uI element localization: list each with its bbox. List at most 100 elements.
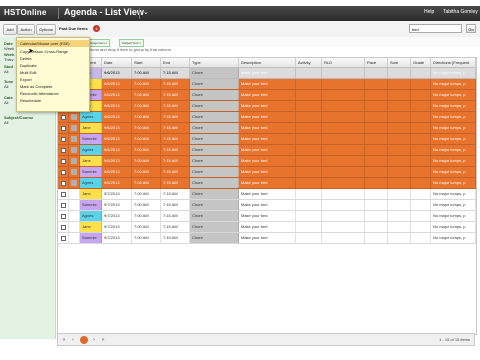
add-button[interactable]: Add: [3, 24, 17, 35]
type-cell[interactable]: Chore: [190, 167, 239, 177]
end-cell[interactable]: 7:15 AM: [161, 200, 190, 210]
directions-cell[interactable]: No major lumps, p: [431, 123, 476, 133]
sum-cell[interactable]: [388, 112, 411, 122]
end-cell[interactable]: 7:15 AM: [161, 68, 190, 78]
sidebar-value[interactable]: All: [4, 69, 8, 74]
row-icon[interactable]: [69, 123, 80, 133]
table-row[interactable]: Jane9/6/20137:00 AM7:15 AMChoreMake your…: [58, 156, 476, 167]
description-cell[interactable]: Make your bed: [239, 90, 296, 100]
directions-cell[interactable]: No major lumps, p: [431, 68, 476, 78]
activity-cell[interactable]: [296, 123, 322, 133]
row-checkbox[interactable]: [58, 145, 69, 155]
menu-item[interactable]: Reschedule: [20, 98, 41, 103]
student-cell[interactable]: Sammie: [80, 167, 102, 177]
directions-cell[interactable]: No major lumps, p: [431, 178, 476, 188]
row-icon[interactable]: [69, 178, 80, 188]
grade-cell[interactable]: [411, 222, 431, 232]
type-cell[interactable]: Chore: [190, 112, 239, 122]
column-header[interactable]: Activity: [296, 58, 322, 68]
end-cell[interactable]: 7:15 AM: [161, 101, 190, 111]
grade-cell[interactable]: [411, 233, 431, 243]
date-cell[interactable]: 9/6/2013: [102, 68, 132, 78]
row-checkbox[interactable]: [58, 123, 69, 133]
pace-cell[interactable]: [365, 189, 388, 199]
rld-cell[interactable]: [322, 200, 365, 210]
row-icon[interactable]: [69, 134, 80, 144]
row-icon[interactable]: [69, 167, 80, 177]
type-cell[interactable]: Chore: [190, 123, 239, 133]
table-row[interactable]: Sammie9/6/20137:00 AM7:15 AMChoreMake yo…: [58, 167, 476, 178]
end-cell[interactable]: 7:15 AM: [161, 211, 190, 221]
checkbox-icon[interactable]: [61, 137, 66, 142]
pace-cell[interactable]: [365, 167, 388, 177]
rld-cell[interactable]: [322, 90, 365, 100]
type-cell[interactable]: Chore: [190, 101, 239, 111]
date-cell[interactable]: 9/6/2013: [102, 90, 132, 100]
sum-cell[interactable]: [388, 90, 411, 100]
pace-cell[interactable]: [365, 123, 388, 133]
grade-cell[interactable]: [411, 156, 431, 166]
description-cell[interactable]: Make your bed: [239, 189, 296, 199]
directions-cell[interactable]: No major lumps, p: [431, 134, 476, 144]
table-row[interactable]: Sammie9/6/20137:00 AM7:15 AMChoreMake yo…: [58, 90, 476, 101]
sidebar-value[interactable]: All: [4, 100, 8, 105]
pace-cell[interactable]: [365, 222, 388, 232]
pace-cell[interactable]: [365, 178, 388, 188]
directions-cell[interactable]: No major lumps, p: [431, 145, 476, 155]
row-icon[interactable]: [69, 200, 80, 210]
row-icon[interactable]: [69, 112, 80, 122]
go-button[interactable]: Go: [466, 24, 476, 33]
grade-cell[interactable]: [411, 178, 431, 188]
menu-item[interactable]: Multi Edit: [20, 70, 36, 75]
activity-cell[interactable]: [296, 178, 322, 188]
directions-cell[interactable]: No major lumps, p: [431, 101, 476, 111]
table-row[interactable]: Jane 9/7/2013 7:00 AM 7:15 AM Chore Make your…: [58, 222, 476, 233]
start-cell[interactable]: 7:00 AM: [132, 189, 161, 199]
pace-cell[interactable]: [365, 79, 388, 89]
menu-item[interactable]: Mark as Complete: [20, 84, 52, 89]
sum-cell[interactable]: [388, 79, 411, 89]
activity-cell[interactable]: [296, 222, 322, 232]
pace-cell[interactable]: [365, 112, 388, 122]
student-cell[interactable]: Jane: [80, 189, 102, 199]
table-row[interactable]: Jane9/6/20137:00 AM7:15 AMChoreMake your…: [58, 68, 476, 79]
rld-cell[interactable]: [322, 79, 365, 89]
description-cell[interactable]: Make your bed: [239, 156, 296, 166]
checkbox-icon[interactable]: [61, 115, 66, 120]
end-cell[interactable]: 7:15 AM: [161, 134, 190, 144]
date-cell[interactable]: 9/6/2013: [102, 167, 132, 177]
start-cell[interactable]: 7:00 AM: [132, 123, 161, 133]
directions-cell[interactable]: No major lumps, p: [431, 79, 476, 89]
end-cell[interactable]: 7:15 AM: [161, 178, 190, 188]
checkbox-icon[interactable]: [61, 192, 66, 197]
checkbox-icon[interactable]: [61, 159, 66, 164]
student-cell[interactable]: Agnes: [80, 112, 102, 122]
filter-pill[interactable]: Subject Text ×: [119, 39, 144, 47]
row-icon[interactable]: [69, 189, 80, 199]
column-header[interactable]: Type: [190, 58, 239, 68]
activity-cell[interactable]: [296, 189, 322, 199]
table-row[interactable]: Sammie 9/7/2013 7:00 AM 7:15 AM Chore Make yo…: [58, 200, 476, 211]
end-cell[interactable]: 7:15 AM: [161, 79, 190, 89]
grade-cell[interactable]: [411, 211, 431, 221]
rld-cell[interactable]: [322, 156, 365, 166]
description-cell[interactable]: Make your bed: [239, 178, 296, 188]
description-cell[interactable]: Make your bed: [239, 211, 296, 221]
column-header[interactable]: Sum: [388, 58, 411, 68]
date-cell[interactable]: 9/6/2013: [102, 145, 132, 155]
activity-cell[interactable]: [296, 145, 322, 155]
user-name[interactable]: Tabitha Gomley: [443, 9, 478, 15]
table-row[interactable]: Sammie 9/7/2013 7:00 AM 7:15 AM Chore Make yo…: [58, 233, 476, 244]
sum-cell[interactable]: [388, 167, 411, 177]
rld-cell[interactable]: [322, 68, 365, 78]
date-cell[interactable]: 9/6/2013: [102, 79, 132, 89]
student-cell[interactable]: Jane: [80, 123, 102, 133]
checkbox-icon[interactable]: [61, 181, 66, 186]
activity-cell[interactable]: [296, 68, 322, 78]
checkbox-icon[interactable]: [61, 225, 66, 230]
start-cell[interactable]: 7:00 AM: [132, 134, 161, 144]
start-cell[interactable]: 7:00 AM: [132, 68, 161, 78]
menu-item[interactable]: Delete: [20, 56, 32, 61]
column-header[interactable]: RLD: [322, 58, 365, 68]
pace-cell[interactable]: [365, 200, 388, 210]
